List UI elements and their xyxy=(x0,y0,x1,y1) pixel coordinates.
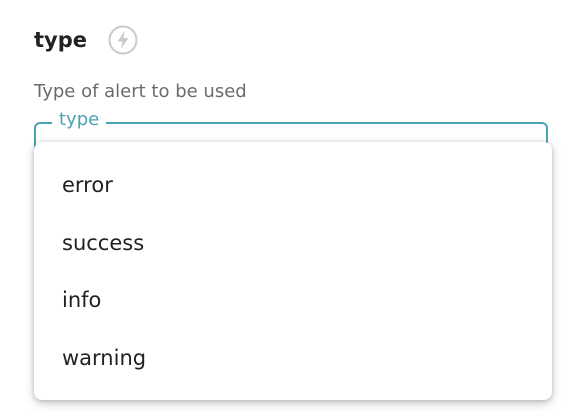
option-info[interactable]: info xyxy=(34,272,552,330)
lightning-bolt-icon xyxy=(107,24,139,56)
property-description: Type of alert to be used xyxy=(34,81,247,102)
property-header: type xyxy=(34,24,139,56)
option-warning[interactable]: warning xyxy=(34,330,552,388)
option-success[interactable]: success xyxy=(34,215,552,273)
type-dropdown-menu: error success info warning xyxy=(34,142,552,400)
option-error[interactable]: error xyxy=(34,157,552,215)
type-select-label: type xyxy=(52,108,107,132)
property-name: type xyxy=(34,28,88,52)
